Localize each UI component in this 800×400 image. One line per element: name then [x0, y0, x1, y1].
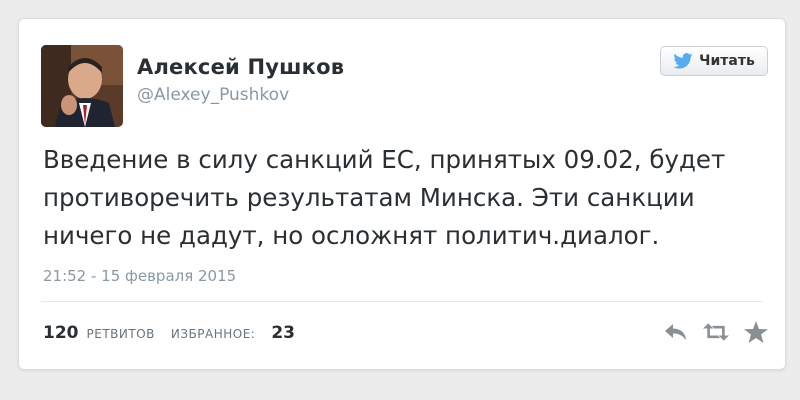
divider [41, 301, 763, 302]
retweets-label[interactable]: РЕТВИТОВ [87, 327, 155, 341]
favorites-label[interactable]: ИЗБРАННОЕ: [171, 327, 255, 341]
tweet-timestamp[interactable]: 21:52 - 15 февраля 2015 [43, 267, 236, 285]
favorite-button[interactable] [743, 319, 769, 345]
favorites-count[interactable]: 23 [271, 323, 295, 343]
reply-button[interactable] [663, 319, 689, 345]
author-handle[interactable]: @Alexey_Pushkov [137, 85, 289, 105]
avatar-photo [41, 45, 123, 127]
follow-button[interactable]: Читать [660, 46, 768, 76]
tweet-actions [663, 319, 769, 345]
retweet-button[interactable] [703, 319, 729, 345]
twitter-bird-icon [673, 53, 693, 69]
reply-icon [665, 324, 686, 340]
tweet-card: Алексей Пушков @Alexey_Pushkov Читать Вв… [18, 18, 786, 370]
tweet-stats: 120 РЕТВИТОВ ИЗБРАННОЕ: 23 [43, 323, 295, 343]
retweet-icon [703, 323, 729, 341]
retweets-count[interactable]: 120 [43, 323, 79, 343]
star-icon [744, 321, 768, 343]
avatar[interactable] [41, 45, 123, 127]
follow-button-label: Читать [699, 53, 755, 69]
tweet-text: Введение в силу санкций ЕС, принятых 09.… [43, 145, 726, 250]
author-name[interactable]: Алексей Пушков [137, 55, 344, 79]
